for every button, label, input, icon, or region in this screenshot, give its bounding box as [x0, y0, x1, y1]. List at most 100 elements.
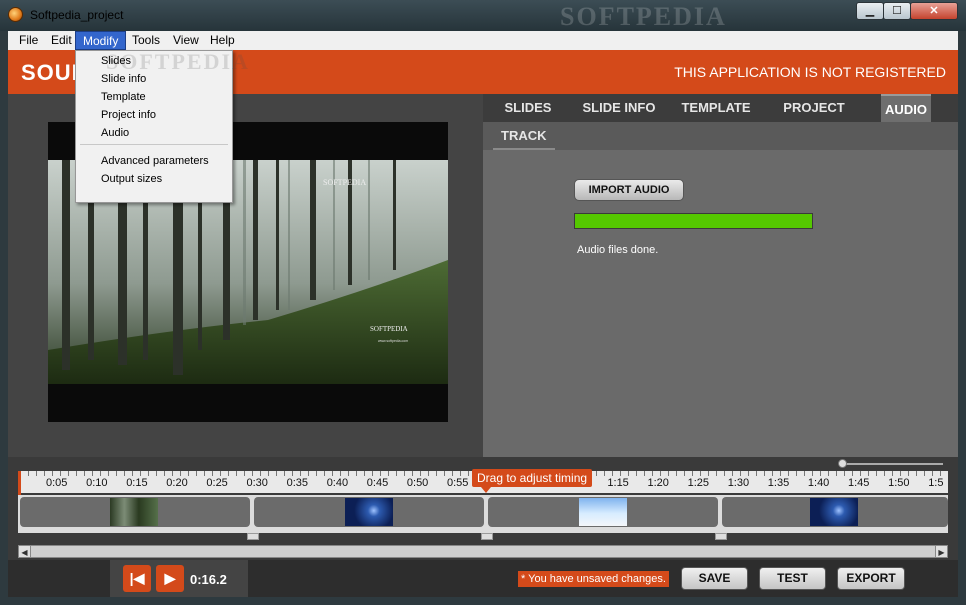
save-button[interactable]: SAVE — [681, 567, 748, 590]
modify-dropdown-menu: SOFTPEDIA Slides Slide info Template Pro… — [75, 49, 248, 203]
menu-item-advanced-parameters[interactable]: Advanced parameters — [101, 152, 209, 170]
transition-handle[interactable] — [715, 533, 727, 540]
ruler-tick-mark — [436, 471, 437, 476]
ruler-tick-mark — [76, 471, 77, 476]
ruler-tick-mark — [292, 471, 293, 476]
ruler-tick-mark — [28, 471, 29, 476]
menu-item-slide-info[interactable]: Slide info — [101, 70, 146, 88]
ruler-tick-mark — [700, 471, 701, 476]
ruler-tick-mark — [36, 471, 37, 476]
ruler-tick-mark — [796, 471, 797, 476]
menu-item-slides[interactable]: Slides — [101, 52, 131, 70]
tab-template[interactable]: TEMPLATE — [678, 94, 754, 122]
subtab-track[interactable]: TRACK — [493, 122, 555, 150]
transition-handle[interactable] — [247, 533, 259, 540]
menu-help[interactable]: Help — [203, 31, 242, 50]
ruler-tick-label: 1:25 — [687, 477, 710, 489]
ruler-tick-mark — [812, 471, 813, 476]
ruler-tick-label: 0:05 — [46, 477, 68, 489]
ruler-tick-mark — [916, 471, 917, 476]
menu-item-output-sizes[interactable]: Output sizes — [101, 170, 162, 188]
ruler-tick-mark — [876, 471, 877, 476]
slide-thumbnail — [345, 498, 393, 526]
tab-slide-info[interactable]: SLIDE INFO — [575, 94, 663, 122]
ruler-tick-label: 0:15 — [126, 477, 148, 489]
tab-project-info[interactable]: PROJECT INFO — [768, 94, 860, 143]
menu-item-audio[interactable]: Audio — [101, 124, 129, 142]
ruler-tick-mark — [924, 471, 925, 476]
ruler-tick-mark — [596, 471, 597, 476]
zoom-slider-knob[interactable] — [838, 459, 847, 468]
close-button[interactable]: ✕ — [910, 2, 958, 20]
ruler-tick-mark — [756, 471, 757, 476]
ruler-tick-mark — [788, 471, 789, 476]
export-button[interactable]: EXPORT — [837, 567, 905, 590]
ruler-tick-mark — [332, 471, 333, 476]
ruler-tick-mark — [460, 471, 461, 476]
ruler-tick-mark — [108, 471, 109, 476]
ruler-tick-label: 1:30 — [727, 477, 750, 489]
ruler-tick-mark — [156, 471, 157, 476]
test-button[interactable]: TEST — [759, 567, 826, 590]
ruler-tick-mark — [68, 471, 69, 476]
audio-progress-bar — [574, 213, 813, 229]
minimize-button[interactable]: ▁ — [856, 2, 884, 20]
ruler-tick-label: 0:45 — [366, 477, 389, 489]
timeline-scrollbar[interactable] — [18, 545, 948, 558]
ruler-tick-mark — [196, 471, 197, 476]
ruler-tick-mark — [180, 471, 181, 476]
ruler-tick-mark — [676, 471, 677, 476]
ruler-tick-mark — [356, 471, 357, 476]
ruler-tick-mark — [244, 471, 245, 476]
scroll-right-icon[interactable]: ▶ — [935, 545, 948, 558]
ruler-tick-mark — [172, 471, 173, 476]
ruler-tick-mark — [340, 471, 341, 476]
playhead[interactable] — [18, 471, 21, 495]
zoom-slider-track[interactable] — [843, 463, 943, 465]
ruler-tick-mark — [220, 471, 221, 476]
menu-tools[interactable]: Tools — [125, 31, 167, 50]
ruler-tick-mark — [164, 471, 165, 476]
slide-thumbnail — [110, 498, 158, 526]
ruler-tick-label: 0:10 — [86, 477, 108, 489]
transition-handle[interactable] — [481, 533, 493, 540]
rewind-button[interactable]: |◀ — [123, 565, 151, 592]
ruler-tick-mark — [828, 471, 829, 476]
ruler-tick-mark — [612, 471, 613, 476]
ruler-tick-mark — [364, 471, 365, 476]
preview-watermark: SOFTPEDIA — [323, 178, 366, 187]
menu-view[interactable]: View — [166, 31, 206, 50]
ruler-tick-mark — [652, 471, 653, 476]
ruler-tick-mark — [644, 471, 645, 476]
tab-audio[interactable]: AUDIO — [881, 94, 931, 122]
menu-edit[interactable]: Edit — [44, 31, 79, 50]
ruler-tick-mark — [604, 471, 605, 476]
ruler-tick-mark — [684, 471, 685, 476]
ruler-tick-mark — [300, 471, 301, 476]
ruler-tick-mark — [468, 471, 469, 476]
ruler-tick-mark — [52, 471, 53, 476]
maximize-button[interactable]: ☐ — [883, 2, 911, 20]
ruler-tick-mark — [380, 471, 381, 476]
scroll-left-icon[interactable]: ◀ — [18, 545, 31, 558]
ruler-tick-label: 1:35 — [767, 477, 790, 489]
ruler-tick-mark — [620, 471, 621, 476]
import-audio-button[interactable]: IMPORT AUDIO — [574, 179, 684, 201]
menu-item-template[interactable]: Template — [101, 88, 146, 106]
menu-modify[interactable]: Modify — [75, 31, 127, 50]
play-button[interactable]: ▶ — [156, 565, 184, 592]
tab-slides[interactable]: SLIDES — [495, 94, 561, 122]
registration-notice: THIS APPLICATION IS NOT REGISTERED — [674, 64, 946, 80]
ruler-tick-mark — [452, 471, 453, 476]
ruler-tick-mark — [692, 471, 693, 476]
menu-item-project-info[interactable]: Project info — [101, 106, 156, 124]
ruler-tick-mark — [732, 471, 733, 476]
ruler-tick-label: 0:20 — [166, 477, 188, 489]
ruler-tick-mark — [324, 471, 325, 476]
ruler-tick-mark — [212, 471, 213, 476]
ruler-tick-label: 0:35 — [286, 477, 309, 489]
ruler-tick-mark — [148, 471, 149, 476]
ruler-tick-mark — [748, 471, 749, 476]
ruler-tick-mark — [420, 471, 421, 476]
menu-file[interactable]: File — [12, 31, 45, 50]
